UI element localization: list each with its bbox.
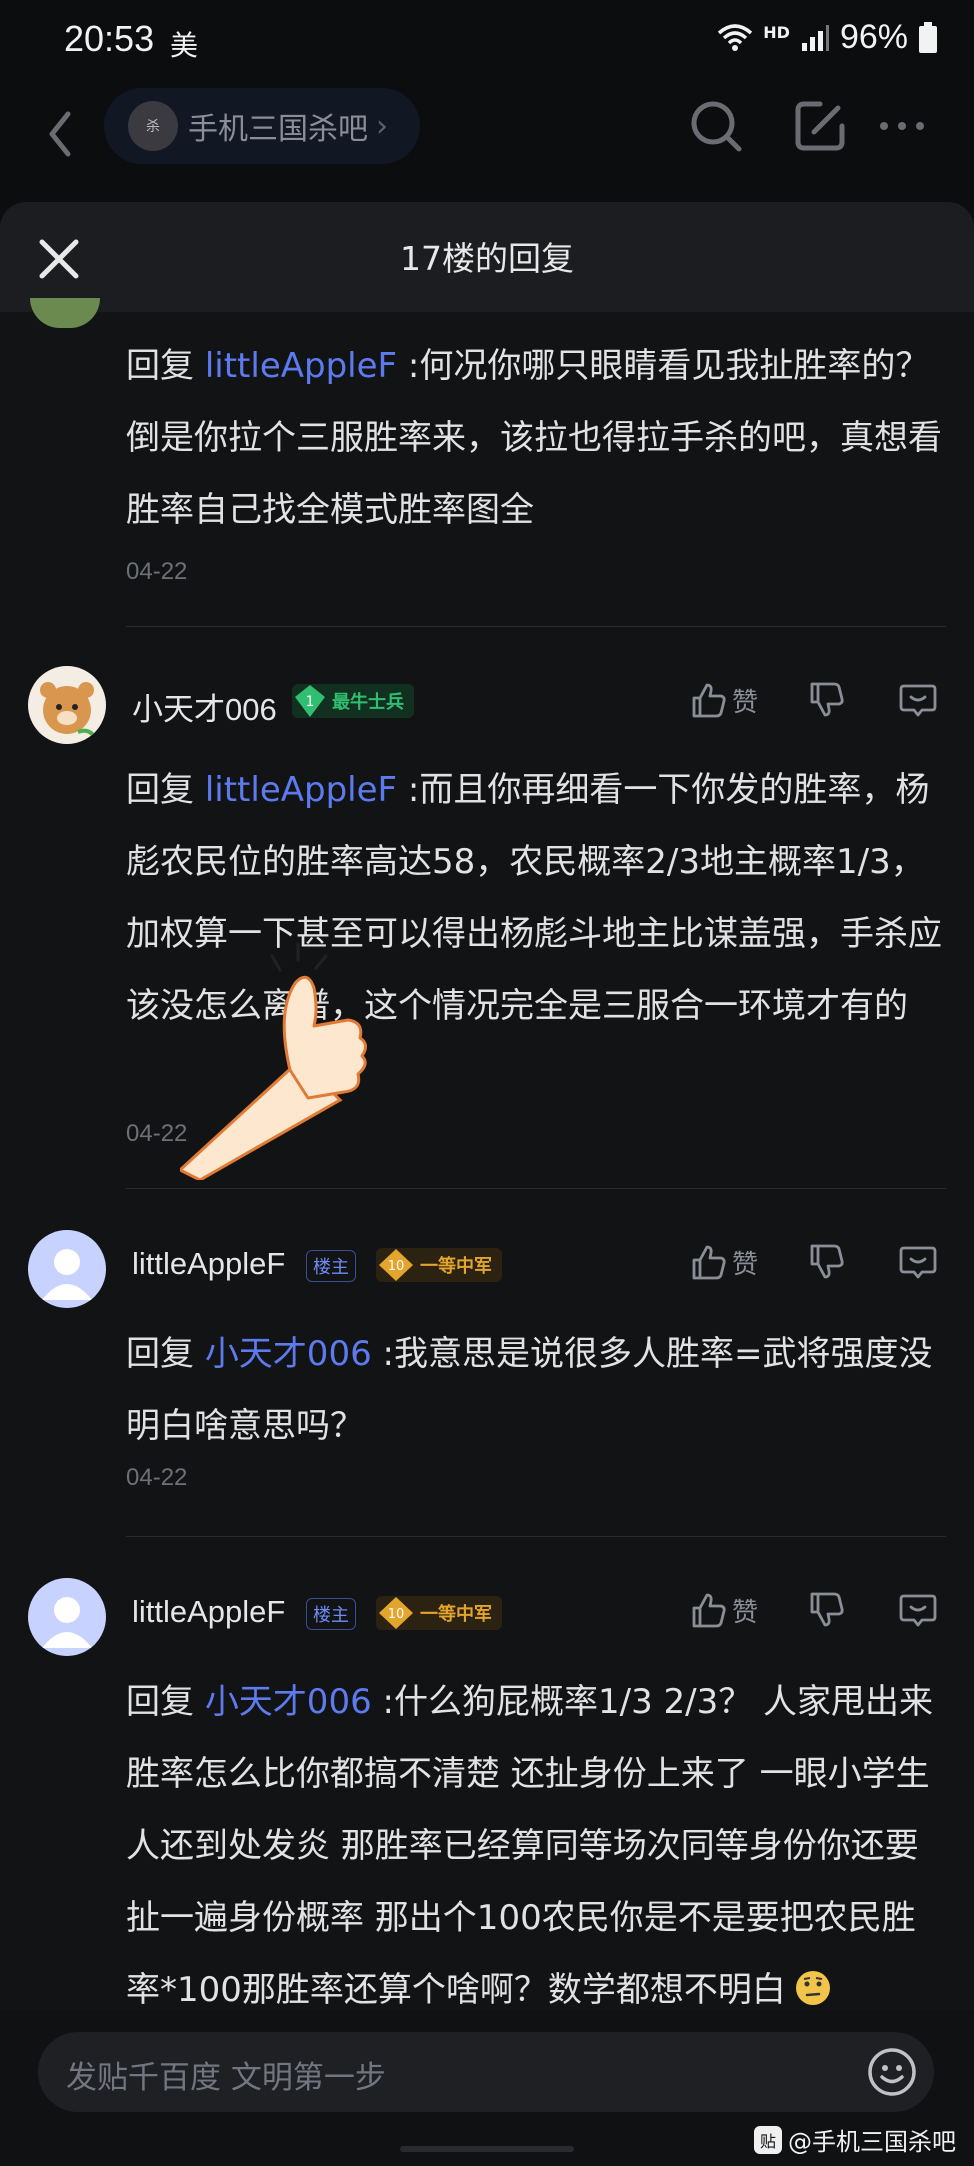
status-carrier: 美 bbox=[170, 29, 199, 62]
level-badge: 10 一等中军 bbox=[376, 1596, 502, 1630]
thumbs-up-icon bbox=[692, 1245, 726, 1280]
like-label: 赞 bbox=[731, 1597, 758, 1628]
username[interactable]: littleAppleF bbox=[132, 1246, 285, 1282]
default-avatar-icon bbox=[42, 1597, 92, 1648]
forum-avatar: 杀 bbox=[128, 101, 178, 151]
reply-date: 04-22 bbox=[126, 1120, 188, 1147]
reply-actions: 赞 bbox=[688, 1242, 938, 1282]
comment-icon[interactable] bbox=[898, 1242, 938, 1282]
watermark: 贴 @手机三国杀吧 bbox=[754, 2122, 956, 2157]
gem-level-icon: 10 bbox=[379, 1249, 413, 1281]
avatar-partial bbox=[30, 298, 100, 328]
svg-text:10: 10 bbox=[388, 1607, 405, 1622]
divider bbox=[126, 1536, 946, 1537]
sheet-header: 17楼的回复 bbox=[0, 202, 974, 312]
search-icon[interactable] bbox=[686, 96, 746, 156]
reply-content: 回复 小天才006 :我意思是说很多人胜率=武将强度没明白啥意思吗？ bbox=[126, 1334, 933, 1446]
bear-avatar-icon bbox=[40, 682, 96, 738]
forum-name: 手机三国杀吧 bbox=[188, 112, 368, 147]
default-avatar-icon bbox=[42, 1249, 92, 1300]
edit-icon[interactable] bbox=[790, 96, 850, 156]
level-title: 最牛士兵 bbox=[332, 692, 404, 713]
chevron-right-icon: › bbox=[376, 108, 388, 144]
thumbs-up-icon bbox=[692, 1593, 726, 1628]
thumbs-up-sticker-icon bbox=[180, 942, 367, 1180]
signal-icon bbox=[801, 24, 829, 51]
level-badge: 1 最牛士兵 bbox=[292, 684, 414, 718]
reply-date: 04-22 bbox=[126, 558, 188, 585]
more-icon[interactable] bbox=[872, 96, 932, 156]
top-nav: 杀 手机三国杀吧 › bbox=[0, 80, 974, 200]
svg-text:10: 10 bbox=[388, 1259, 405, 1274]
comment-icon[interactable] bbox=[898, 680, 938, 720]
emoji-icon[interactable] bbox=[866, 2046, 918, 2098]
username[interactable]: 小天才006 bbox=[132, 684, 277, 729]
thinking-emoji-icon bbox=[795, 1971, 830, 2005]
reply-content: 回复 littleAppleF :何况你哪只眼睛看见我扯胜率的？倒是你拉个三服胜… bbox=[126, 346, 942, 530]
username[interactable]: littleAppleF bbox=[132, 1594, 285, 1630]
level-title: 一等中军 bbox=[420, 1256, 492, 1277]
hd-indicator: HD bbox=[763, 23, 790, 42]
watermark-badge: 贴 bbox=[754, 2125, 782, 2154]
status-bar: 20:53 美 HD 96% bbox=[0, 0, 974, 80]
avatar[interactable] bbox=[28, 1230, 106, 1308]
like-label: 赞 bbox=[731, 1249, 758, 1280]
sheet-title: 17楼的回复 bbox=[400, 239, 574, 278]
like-label: 赞 bbox=[731, 687, 758, 718]
reply-actions: 赞 bbox=[688, 1590, 938, 1630]
battery-icon bbox=[919, 21, 937, 53]
reply-content: 回复 小天才006 :什么狗屁概率1/3 2/3？ 人家甩出来胜率怎么比你都搞不… bbox=[126, 1682, 934, 2010]
status-time: 20:53 bbox=[64, 18, 155, 59]
reply-actions: 赞 bbox=[688, 680, 938, 720]
like-button[interactable]: 赞 bbox=[688, 1242, 758, 1282]
mention-link[interactable]: 小天才006 bbox=[205, 1334, 372, 1374]
status-indicators: HD 96% bbox=[717, 18, 938, 57]
divider bbox=[126, 626, 946, 627]
forum-link[interactable]: 杀 手机三国杀吧 › bbox=[104, 88, 420, 164]
thumbs-down-icon[interactable] bbox=[806, 1590, 846, 1630]
reply-input[interactable]: 发贴千百度 文明第一步 bbox=[38, 2032, 934, 2112]
watermark-text: @手机三国杀吧 bbox=[788, 2128, 956, 2156]
wifi-icon bbox=[718, 23, 753, 51]
thumbs-down-icon[interactable] bbox=[806, 680, 846, 720]
avatar[interactable] bbox=[28, 666, 106, 744]
thumbs-down-icon[interactable] bbox=[806, 1242, 846, 1282]
thumbs-up-icon bbox=[692, 683, 726, 718]
gem-level-icon: 10 bbox=[379, 1597, 413, 1629]
like-button[interactable]: 赞 bbox=[688, 680, 758, 720]
reply-placeholder: 发贴千百度 文明第一步 bbox=[66, 2060, 386, 2096]
diamond-level-icon: 1 bbox=[295, 685, 325, 717]
reply-date: 04-22 bbox=[126, 1464, 188, 1491]
mention-link[interactable]: littleAppleF bbox=[205, 770, 397, 810]
divider bbox=[126, 1188, 946, 1189]
level-title: 一等中军 bbox=[420, 1604, 492, 1625]
mention-link[interactable]: littleAppleF bbox=[205, 346, 397, 386]
back-arrow-icon[interactable] bbox=[34, 102, 84, 166]
level-badge: 10 一等中军 bbox=[376, 1248, 502, 1282]
avatar[interactable] bbox=[28, 1578, 106, 1656]
owner-tag: 楼主 bbox=[306, 1250, 356, 1282]
mention-link[interactable]: 小天才006 bbox=[205, 1682, 372, 1722]
comment-icon[interactable] bbox=[898, 1590, 938, 1630]
reply-sheet: 17楼的回复 回复 littleAppleF :何况你哪只眼睛看见我扯胜率的？倒… bbox=[0, 202, 974, 2166]
battery-percent: 96% bbox=[839, 18, 908, 56]
like-button[interactable]: 赞 bbox=[688, 1590, 758, 1630]
owner-tag: 楼主 bbox=[306, 1598, 356, 1630]
home-indicator bbox=[400, 2146, 574, 2152]
svg-text:1: 1 bbox=[306, 694, 315, 710]
